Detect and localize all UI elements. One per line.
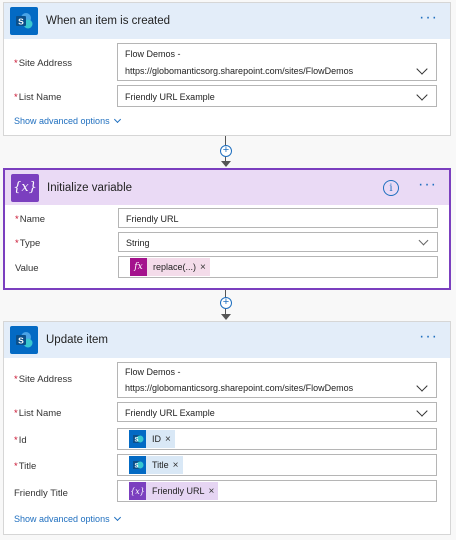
sharepoint-icon: S	[129, 430, 146, 448]
list-name-label: *List Name	[14, 92, 61, 103]
friendly-title-label: Friendly Title	[14, 488, 68, 499]
site-address-line2: https://globomanticsorg.sharepoint.com/s…	[125, 66, 354, 76]
update-item-header[interactable]: S Update item ···	[4, 322, 450, 358]
more-options-icon[interactable]: ···	[419, 329, 438, 345]
site-address-label: *Site Address	[14, 58, 72, 69]
list-name-value: Friendly URL Example	[125, 92, 215, 102]
site-address-line1: Flow Demos -	[125, 367, 181, 377]
friendly-url-token[interactable]: {x} Friendly URL ×	[129, 482, 219, 500]
title-label-text: Title	[18, 461, 37, 472]
site-address-label: *Site Address	[14, 374, 72, 385]
chevron-down-icon[interactable]	[416, 405, 428, 417]
update-item-card: S Update item ··· *Site Address Flow Dem…	[3, 321, 451, 535]
info-icon[interactable]: i	[383, 180, 399, 196]
chevron-down-icon	[113, 513, 121, 522]
required-mark: *	[15, 214, 19, 225]
expression-token-label: replace(...)	[153, 262, 197, 272]
initialize-variable-title: Initialize variable	[47, 181, 133, 194]
site-address-line2: https://globomanticsorg.sharepoint.com/s…	[125, 383, 354, 393]
more-options-icon[interactable]: ···	[418, 177, 437, 193]
type-label: *Type	[15, 238, 40, 249]
friendly-title-input[interactable]: {x} Friendly URL ×	[117, 480, 437, 502]
id-input[interactable]: S ID ×	[117, 428, 437, 450]
initialize-variable-card: {x} Initialize variable i ··· *Name Frie…	[3, 168, 451, 290]
required-mark: *	[15, 238, 19, 249]
type-label-text: Type	[19, 238, 41, 249]
expression-fx-icon: fx	[130, 258, 147, 276]
trigger-header[interactable]: S When an item is created ···	[4, 3, 450, 39]
title-token[interactable]: S Title ×	[129, 456, 183, 474]
svg-text:S: S	[134, 464, 138, 470]
step-connector: +	[220, 136, 232, 168]
svg-text:S: S	[134, 438, 138, 444]
site-address-dropdown[interactable]: Flow Demos - https://globomanticsorg.sha…	[117, 362, 437, 398]
initialize-variable-header[interactable]: {x} Initialize variable i ···	[5, 170, 449, 205]
friendly-url-token-label: Friendly URL	[152, 486, 205, 496]
step-connector: +	[220, 290, 232, 322]
update-item-title: Update item	[46, 334, 109, 346]
site-address-label-text: Site Address	[18, 374, 73, 385]
svg-text:S: S	[18, 16, 24, 26]
more-options-icon[interactable]: ···	[419, 10, 438, 26]
required-mark: *	[14, 408, 18, 419]
id-token[interactable]: S ID ×	[129, 430, 175, 448]
required-mark: *	[14, 58, 18, 69]
chevron-down-icon	[113, 115, 121, 124]
list-name-label-text: List Name	[18, 408, 62, 419]
required-mark: *	[14, 92, 18, 103]
name-label: *Name	[15, 214, 45, 225]
sharepoint-icon: S	[129, 456, 146, 474]
chevron-down-icon[interactable]	[416, 89, 428, 101]
variable-name-value: Friendly URL	[126, 214, 179, 224]
required-mark: *	[14, 461, 18, 472]
sharepoint-icon: S	[10, 7, 38, 35]
variable-type-value: String	[126, 238, 150, 248]
list-name-dropdown[interactable]: Friendly URL Example	[117, 85, 437, 107]
list-name-label-text: List Name	[18, 92, 62, 103]
list-name-value: Friendly URL Example	[125, 408, 215, 418]
trigger-card: S When an item is created ··· *Site Addr…	[3, 2, 451, 136]
id-token-label: ID	[152, 434, 161, 444]
add-step-icon[interactable]: +	[220, 297, 232, 309]
svg-text:S: S	[18, 335, 24, 345]
name-label-text: Name	[19, 214, 46, 225]
chevron-down-icon[interactable]	[418, 235, 429, 246]
show-advanced-options-link[interactable]: Show advanced options	[14, 513, 121, 524]
variable-value-input[interactable]: fx replace(...) ×	[118, 256, 438, 278]
variable-icon: {x}	[129, 482, 146, 500]
arrow-down-icon	[221, 314, 231, 320]
title-input[interactable]: S Title ×	[117, 454, 437, 476]
value-label-text: Value	[15, 263, 39, 274]
site-address-line1: Flow Demos -	[125, 49, 181, 59]
remove-token-icon[interactable]: ×	[173, 460, 183, 471]
show-advanced-options-text: Show advanced options	[14, 514, 110, 524]
show-advanced-options-link[interactable]: Show advanced options	[14, 115, 121, 126]
site-address-label-text: Site Address	[18, 58, 73, 69]
sharepoint-icon: S	[10, 326, 38, 354]
id-label: *Id	[14, 435, 27, 446]
value-label: Value	[15, 263, 39, 274]
chevron-down-icon[interactable]	[416, 380, 428, 392]
site-address-dropdown[interactable]: Flow Demos - https://globomanticsorg.sha…	[117, 43, 437, 81]
list-name-label: *List Name	[14, 408, 61, 419]
trigger-title: When an item is created	[46, 15, 171, 27]
list-name-dropdown[interactable]: Friendly URL Example	[117, 402, 437, 422]
remove-token-icon[interactable]: ×	[209, 486, 219, 497]
required-mark: *	[14, 435, 18, 446]
remove-token-icon[interactable]: ×	[200, 262, 210, 273]
expression-token[interactable]: fx replace(...) ×	[130, 258, 210, 276]
variable-name-input[interactable]: Friendly URL	[118, 208, 438, 228]
chevron-down-icon[interactable]	[416, 63, 428, 75]
id-label-text: Id	[18, 435, 27, 446]
add-step-icon[interactable]: +	[220, 145, 232, 157]
friendly-title-label-text: Friendly Title	[14, 488, 68, 499]
variable-type-dropdown[interactable]: String	[118, 232, 438, 252]
show-advanced-options-text: Show advanced options	[14, 116, 110, 126]
title-label: *Title	[14, 461, 36, 472]
title-token-label: Title	[152, 460, 169, 470]
variable-icon: {x}	[11, 173, 39, 202]
remove-token-icon[interactable]: ×	[165, 434, 175, 445]
arrow-down-icon	[221, 161, 231, 167]
required-mark: *	[14, 374, 18, 385]
